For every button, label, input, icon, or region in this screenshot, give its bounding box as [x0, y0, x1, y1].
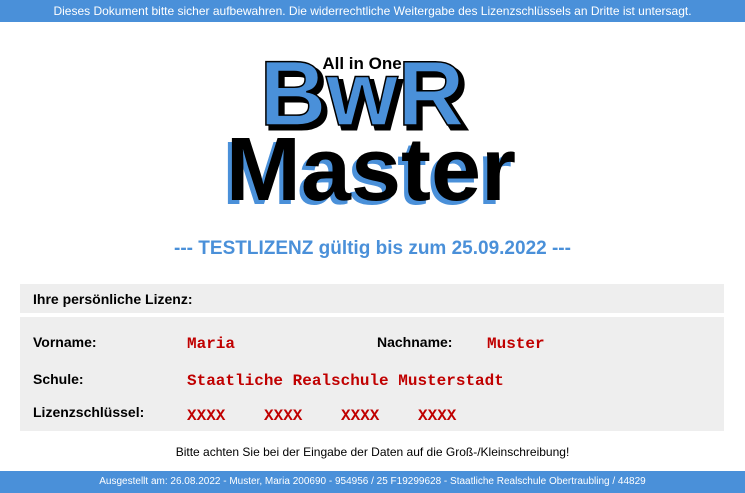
logo-tagline: All in One — [322, 54, 401, 73]
vorname-value: Maria — [187, 335, 236, 353]
license-details-box: Vorname: Maria Nachname: Muster Schule: … — [20, 317, 724, 431]
license-key-part-2: XXXX — [264, 407, 303, 425]
test-license-notice: --- TESTLIZENZ gültig bis zum 25.09.2022… — [174, 238, 571, 259]
nachname-value: Muster — [487, 335, 545, 353]
license-key-label: Lizenzschlüssel: — [33, 404, 145, 420]
schule-value: Staatliche Realschule Musterstadt — [187, 372, 504, 390]
bwr-master-logo: BwR BwR All in One Master Master — [0, 0, 745, 230]
license-header-box: Ihre persönliche Lizenz: — [20, 284, 724, 313]
issued-info-banner: Ausgestellt am: 26.08.2022 - Muster, Mar… — [0, 471, 745, 493]
case-sensitivity-hint: Bitte achten Sie bei der Eingabe der Dat… — [175, 445, 570, 459]
license-key-part-1: XXXX — [187, 407, 226, 425]
license-header: Ihre persönliche Lizenz: — [33, 291, 193, 307]
logo-product: Master — [226, 120, 516, 220]
schule-label: Schule: — [33, 371, 84, 387]
vorname-label: Vorname: — [33, 334, 97, 350]
license-key-part-3: XXXX — [341, 407, 380, 425]
nachname-label: Nachname: — [377, 334, 453, 350]
license-key-part-4: XXXX — [418, 407, 457, 425]
